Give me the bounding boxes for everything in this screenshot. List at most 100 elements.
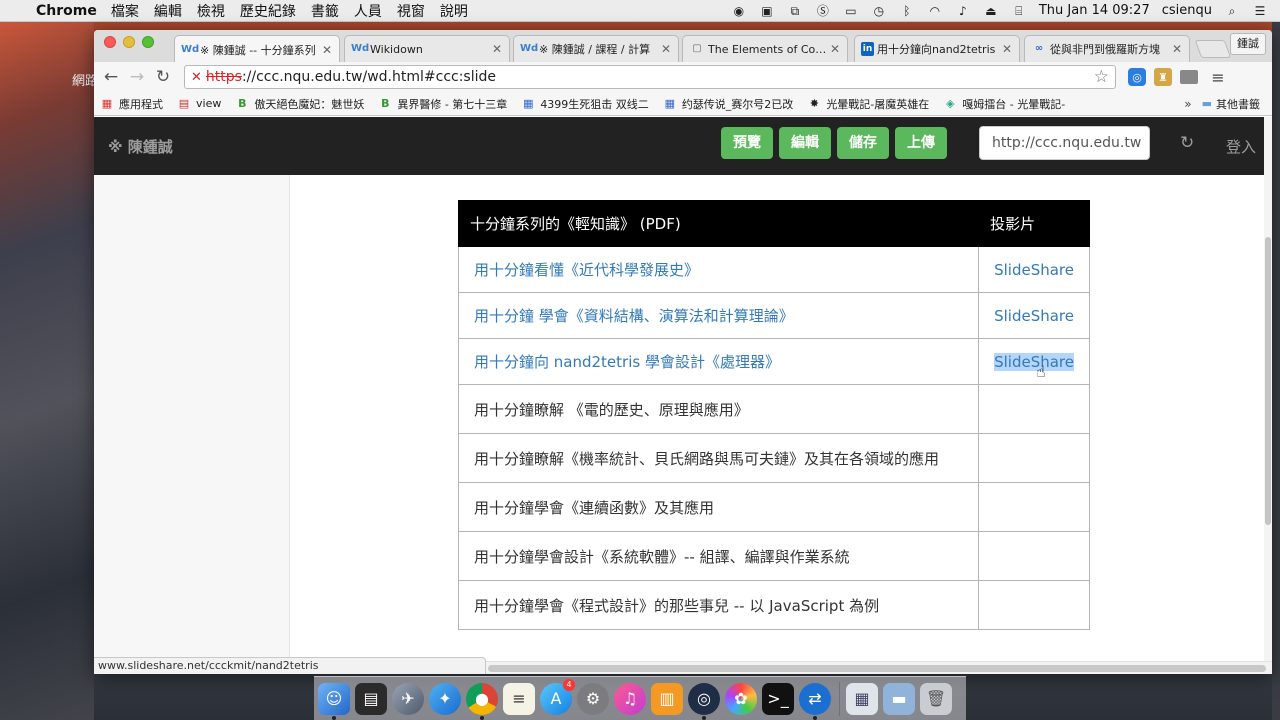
- notification-center-icon[interactable]: ☰: [1252, 4, 1268, 18]
- slideshare-link[interactable]: SlideShare: [994, 307, 1074, 325]
- input-method-icon[interactable]: ⌸: [1011, 4, 1027, 18]
- profile-button[interactable]: 鍾誠: [1230, 33, 1266, 55]
- bookmark-other-folder[interactable]: ▬ 其他書籤: [1202, 96, 1260, 112]
- window-minimize-button[interactable]: [123, 36, 135, 48]
- insecure-lock-icon[interactable]: ✕: [191, 70, 202, 85]
- activity-monitor-icon[interactable]: ▤: [355, 682, 387, 715]
- slide-title-link[interactable]: 用十分鐘向 nand2tetris 學會設計《處理器》: [474, 353, 780, 371]
- bookmark-seer[interactable]: ▦ 约瑟传说_赛尔号2已改: [663, 96, 794, 112]
- tab-close-icon[interactable]: ✕: [1171, 42, 1183, 56]
- safari-icon[interactable]: ✦: [429, 682, 461, 715]
- menu-history[interactable]: 歷史紀錄: [240, 1, 296, 21]
- table-row: 用十分鐘學會《程式設計》的那些事兒 -- 以 JavaScript 為例: [457, 580, 1090, 630]
- site-url-input[interactable]: http://ccc.nqu.edu.tw: [979, 126, 1150, 160]
- menu-bookmarks[interactable]: 書籤: [311, 1, 339, 21]
- window-icon[interactable]: ⧉: [787, 4, 803, 18]
- new-tab-button[interactable]: [1194, 40, 1232, 58]
- menubar-clock[interactable]: Thu Jan 14 09:27: [1039, 3, 1150, 18]
- bookmark-4399[interactable]: ▦ 4399生死狙击 双线二: [521, 96, 649, 112]
- slideshare-link[interactable]: SlideShare: [994, 261, 1074, 279]
- downloads-folder-icon[interactable]: ▬: [883, 682, 915, 715]
- record-icon[interactable]: ◉: [731, 4, 747, 18]
- tab-close-icon[interactable]: ✕: [829, 42, 841, 56]
- notes-icon[interactable]: ≡: [503, 682, 535, 715]
- save-button[interactable]: 儲存: [837, 127, 889, 159]
- table-cell-title: 用十分鐘 學會《資料結構、演算法和計算理論》: [457, 292, 980, 339]
- tab-close-icon[interactable]: ✕: [1001, 42, 1013, 56]
- site-brand[interactable]: ※ 陳鍾誠: [108, 136, 173, 157]
- slideshare-link-selected[interactable]: SlideShare: [994, 352, 1074, 371]
- tab-nand-to-tetris-video[interactable]: ∞ 從與非門到俄羅斯方塊 ✕: [1024, 35, 1190, 62]
- documents-stack-icon[interactable]: ▦: [846, 682, 878, 715]
- extension-blue-icon[interactable]: ◎: [1128, 68, 1146, 86]
- bluetooth-icon[interactable]: ᛒ: [899, 4, 915, 18]
- bookmark-novel-1[interactable]: B 傲天絕色魔妃：魅世妖: [235, 96, 364, 112]
- photos-icon[interactable]: ✿: [725, 682, 757, 715]
- window-zoom-button[interactable]: [142, 36, 154, 48]
- slide-title-link[interactable]: 用十分鐘看懂《近代科學發展史》: [474, 261, 699, 279]
- tab-wikidown[interactable]: Wd Wikidown ✕: [344, 35, 510, 62]
- bookmarks-overflow-chevron-icon[interactable]: »: [1184, 97, 1191, 111]
- menu-view[interactable]: 檢視: [197, 1, 225, 21]
- menu-people[interactable]: 人員: [354, 1, 382, 21]
- trash-icon[interactable]: 🗑: [920, 682, 952, 715]
- menu-window[interactable]: 視窗: [397, 1, 425, 21]
- time-machine-icon[interactable]: ◷: [871, 4, 887, 18]
- airplay-icon[interactable]: ▭: [843, 4, 859, 18]
- address-bar[interactable]: ✕ https ://ccc.nqu.edu.tw/wd.html#ccc:sl…: [184, 65, 1116, 89]
- preview-button[interactable]: 預覽: [721, 127, 773, 159]
- window-close-button[interactable]: [104, 36, 116, 48]
- extension-gray-icon[interactable]: [1180, 70, 1198, 84]
- menu-edit[interactable]: 編輯: [154, 1, 182, 21]
- bookmark-novel-2[interactable]: B 異界醫修 - 第七十三章: [378, 96, 507, 112]
- bookmark-halo-2[interactable]: ◈ 嘎姆擂台 - 光暈戰記-: [943, 96, 1065, 112]
- forward-arrow-icon[interactable]: →: [124, 67, 150, 87]
- bookmark-halo-1[interactable]: ✸ 光暈戰記-屠魔英雄在: [807, 96, 930, 112]
- wifi-icon[interactable]: ◠: [927, 4, 943, 18]
- menu-app-name[interactable]: Chrome: [36, 3, 97, 19]
- chrome-icon[interactable]: ●: [466, 682, 498, 720]
- tab-linkedin-nand2tetris[interactable]: in 用十分鐘向nand2tetris ✕: [854, 35, 1020, 62]
- login-link[interactable]: 登入: [1226, 136, 1256, 157]
- ibooks-icon[interactable]: ▥: [651, 682, 683, 715]
- table-row: 用十分鐘學會設計《系統軟體》-- 組譯、編譯與作業系統: [457, 531, 1090, 581]
- screen-icon[interactable]: ▣: [759, 4, 775, 18]
- skype-icon[interactable]: Ⓢ: [815, 4, 831, 18]
- app-store-icon[interactable]: A4: [540, 678, 575, 715]
- slide-title-link[interactable]: 用十分鐘 學會《資料結構、演算法和計算理論》: [474, 307, 794, 325]
- menu-help[interactable]: 說明: [440, 1, 468, 21]
- refresh-icon[interactable]: ↻: [1180, 133, 1194, 153]
- spotlight-search-icon[interactable]: ⌕: [1224, 4, 1240, 18]
- menu-file[interactable]: 檔案: [111, 1, 139, 21]
- back-arrow-icon[interactable]: ←: [98, 67, 124, 87]
- edit-button[interactable]: 編輯: [779, 127, 831, 159]
- teamviewer-icon[interactable]: ⇄: [799, 682, 831, 720]
- extension-gold-icon[interactable]: ♜: [1154, 68, 1172, 86]
- launchpad-icon[interactable]: ✈: [392, 682, 424, 715]
- tab-ccc-ten-minutes[interactable]: Wd ※ 陳鍾誠 -- 十分鐘系列 ✕: [174, 35, 340, 63]
- itunes-icon[interactable]: ♫: [614, 682, 646, 715]
- terminal-icon[interactable]: >_: [762, 682, 794, 715]
- tab-ccc-course[interactable]: Wd ※ 陳鍾誠 / 課程 / 計算 ✕: [513, 35, 679, 62]
- bookmark-star-icon[interactable]: ☆: [1094, 67, 1109, 87]
- system-preferences-icon[interactable]: ⚙: [577, 682, 609, 715]
- horizontal-scrollbar-thumb[interactable]: [488, 665, 1266, 672]
- vertical-scrollbar[interactable]: [1264, 117, 1272, 661]
- chrome-menu-icon[interactable]: ≡: [1206, 67, 1230, 87]
- eject-icon[interactable]: ⏏: [983, 4, 999, 18]
- bookmark-view[interactable]: ▤ view: [177, 97, 222, 111]
- finder-icon[interactable]: ☺: [318, 682, 350, 720]
- vertical-scrollbar-thumb[interactable]: [1265, 237, 1271, 525]
- upload-button[interactable]: 上傳: [895, 127, 947, 159]
- tab-title: The Elements of Comp: [708, 42, 829, 56]
- table-row: 用十分鐘向 nand2tetris 學會設計《處理器》 SlideShare: [457, 338, 1090, 385]
- quicktime-icon[interactable]: ◎: [688, 682, 720, 720]
- tab-elements-of-computing[interactable]: ▢ The Elements of Comp ✕: [682, 35, 848, 62]
- volume-icon[interactable]: ♪: [955, 4, 971, 18]
- tab-close-icon[interactable]: ✕: [321, 43, 333, 57]
- menubar-user[interactable]: csienqu: [1162, 3, 1212, 18]
- reload-icon[interactable]: ↻: [150, 67, 176, 87]
- bookmark-apps[interactable]: ▦ 應用程式: [100, 96, 163, 112]
- tab-close-icon[interactable]: ✕: [491, 42, 503, 56]
- tab-close-icon[interactable]: ✕: [660, 42, 672, 56]
